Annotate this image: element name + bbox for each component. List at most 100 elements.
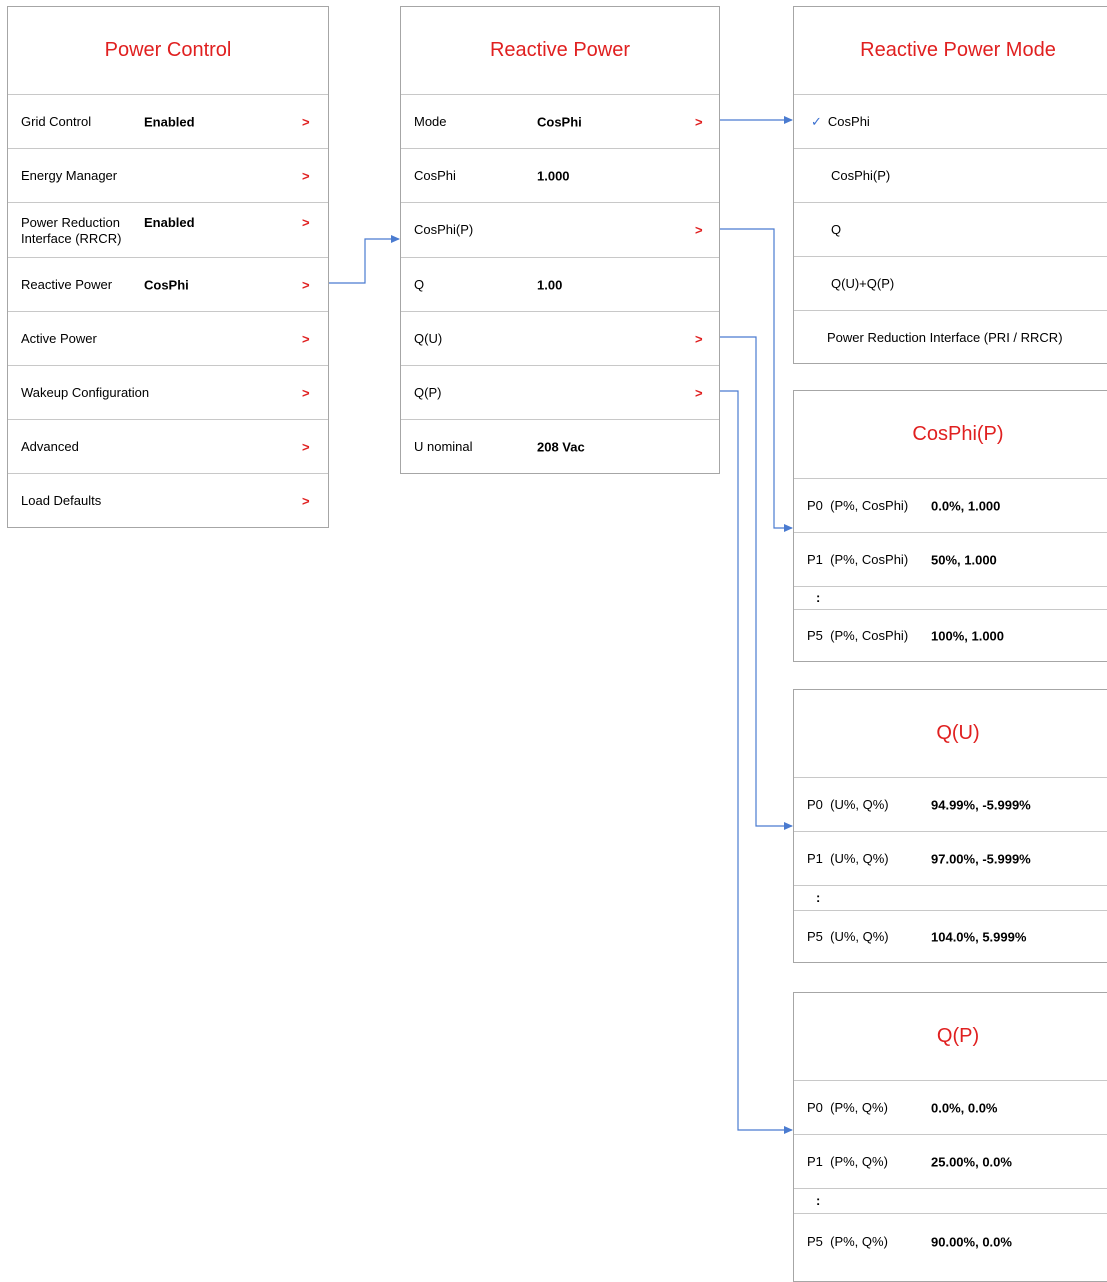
menu-item-active-power[interactable]: Active Power > — [8, 312, 328, 366]
mode-option-power-reduction-interface-pri-rrcr[interactable]: Power Reduction Interface (PRI / RRCR) — [794, 311, 1107, 365]
q-p-title: Q(P) — [794, 993, 1107, 1081]
arrow-cosphi-p-to-panel — [720, 228, 793, 532]
chevron-right-icon[interactable]: > — [695, 223, 703, 238]
reactive-power-mode-panel: Reactive Power Mode ✓ CosPhi CosPhi(P) Q Q(U… — [793, 6, 1107, 364]
cosphi-p-panel: CosPhi(P) P0 (P%, CosPhi) 0.0%, 1.000 P1 (… — [793, 390, 1107, 662]
menu-item-value: 1.000 — [537, 168, 570, 183]
q-p-panel: Q(P) P0 (P%, Q%) 0.0%, 0.0% P1 (P%, Q%) 25.… — [793, 992, 1107, 1282]
arrow-reactive-power-to-panel — [329, 235, 400, 284]
curve-point-row[interactable]: P0 (P%, CosPhi) 0.0%, 1.000 — [794, 479, 1107, 533]
curve-point-value: 104.0%, 5.999% — [931, 929, 1027, 945]
menu-item-value: CosPhi — [144, 277, 189, 292]
chevron-right-icon[interactable]: > — [695, 385, 703, 400]
curve-point-label: P5 (P%, Q%) — [807, 1234, 888, 1249]
menu-item-reactive-power[interactable]: Reactive Power CosPhi > — [8, 258, 328, 312]
mode-option-label-wrap: Q(U)+Q(P) — [831, 276, 894, 292]
chevron-right-icon[interactable]: > — [302, 385, 310, 400]
menu-item-label: Energy Manager — [21, 167, 118, 183]
q-p-points: P0 (P%, Q%) 0.0%, 0.0% P1 (P%, Q%) 25.00%, … — [794, 1081, 1107, 1270]
menu-item-mode[interactable]: Mode CosPhi > — [401, 95, 719, 149]
reactive-power-title: Reactive Power — [401, 7, 719, 95]
curve-point-row[interactable]: P1 (P%, Q%) 25.00%, 0.0% — [794, 1135, 1107, 1189]
curve-point-row[interactable]: P1 (U%, Q%) 97.00%, -5.999% — [794, 832, 1107, 886]
reactive-power-mode-options: ✓ CosPhi CosPhi(P) Q Q(U)+Q(P) Power Reductio… — [794, 95, 1107, 365]
chevron-right-icon[interactable]: > — [302, 494, 310, 509]
chevron-right-icon[interactable]: > — [302, 331, 310, 346]
menu-item-energy-manager[interactable]: Energy Manager > — [8, 149, 328, 203]
menu-item-label: Q(U) — [414, 330, 443, 346]
curve-point-row[interactable]: P5 (U%, Q%) 104.0%, 5.999% — [794, 911, 1107, 963]
points-ellipsis-label: : — [816, 890, 821, 905]
points-ellipsis-label: : — [816, 590, 821, 605]
curve-point-row[interactable]: P5 (P%, Q%) 90.00%, 0.0% — [794, 1214, 1107, 1270]
curve-point-value: 0.0%, 0.0% — [931, 1100, 998, 1115]
q-u-panel: Q(U) P0 (U%, Q%) 94.99%, -5.999% P1 (U%, Q… — [793, 689, 1107, 963]
menu-item-advanced[interactable]: Advanced > — [8, 420, 328, 474]
mode-option-cosphi[interactable]: ✓ CosPhi — [794, 95, 1107, 149]
curve-point-label: P0 (P%, CosPhi) — [807, 497, 909, 513]
curve-point-label: P5 (U%, Q%) — [807, 929, 889, 944]
points-ellipsis: : — [794, 886, 1107, 911]
mode-option-cosphi-p[interactable]: CosPhi(P) — [794, 149, 1107, 203]
menu-item-q-u[interactable]: Q(U) > — [401, 312, 719, 366]
menu-item-label: Grid Control — [21, 113, 92, 129]
chevron-right-icon[interactable]: > — [302, 277, 310, 292]
curve-point-row[interactable]: P1 (P%, CosPhi) 50%, 1.000 — [794, 533, 1107, 587]
menu-item-value: 208 Vac — [537, 439, 585, 455]
menu-item-grid-control[interactable]: Grid Control Enabled > — [8, 95, 328, 149]
chevron-right-icon[interactable]: > — [695, 331, 703, 346]
points-ellipsis-label: : — [816, 1193, 821, 1208]
arrow-q-p-to-panel — [720, 390, 793, 1134]
chevron-right-icon[interactable]: > — [302, 215, 310, 230]
chevron-right-icon[interactable]: > — [302, 114, 310, 129]
curve-point-label: P1 (P%, CosPhi) — [807, 551, 909, 567]
curve-point-row[interactable]: P0 (P%, Q%) 0.0%, 0.0% — [794, 1081, 1107, 1135]
menu-item-value: 1.00 — [537, 277, 563, 292]
menu-item-value: Enabled — [144, 114, 195, 129]
menu-item-load-defaults[interactable]: Load Defaults > — [8, 474, 328, 528]
reactive-power-menu: Mode CosPhi > CosPhi 1.000 CosPhi(P) > Q 1.00 Q(U… — [401, 95, 719, 474]
menu-item-cosphi-p[interactable]: CosPhi(P) > — [401, 203, 719, 258]
menu-item-wakeup-configuration[interactable]: Wakeup Configuration > — [8, 366, 328, 420]
curve-point-value: 97.00%, -5.999% — [931, 851, 1031, 866]
mode-option-label: CosPhi — [827, 113, 870, 129]
mode-option-q[interactable]: Q — [794, 203, 1107, 257]
curve-point-value: 94.99%, -5.999% — [931, 797, 1031, 812]
mode-option-label-wrap: ✓ CosPhi — [811, 114, 870, 130]
mode-option-label-wrap: Power Reduction Interface (PRI / RRCR) — [827, 330, 1063, 346]
menu-item-label: CosPhi(P) — [414, 222, 474, 237]
menu-item-q-p[interactable]: Q(P) > — [401, 366, 719, 420]
curve-point-row[interactable]: P0 (U%, Q%) 94.99%, -5.999% — [794, 778, 1107, 832]
curve-point-label: P5 (P%, CosPhi) — [807, 628, 909, 643]
curve-point-label: P1 (U%, Q%) — [807, 850, 889, 866]
q-u-title: Q(U) — [794, 690, 1107, 778]
menu-item-label: Mode — [414, 113, 447, 129]
chevron-right-icon[interactable]: > — [302, 439, 310, 454]
menu-item-power-reduction-interface-rrcr[interactable]: Power Reduction Interface (RRCR) Enabled > — [8, 203, 328, 258]
menu-item-label: Power Reduction Interface (RRCR) — [21, 215, 122, 246]
menu-item-q: Q 1.00 — [401, 258, 719, 312]
menu-item-label: Q — [414, 276, 425, 292]
menu-item-label: Active Power — [21, 330, 97, 346]
q-u-points: P0 (U%, Q%) 94.99%, -5.999% P1 (U%, Q%) 97.… — [794, 778, 1107, 963]
menu-item-u-nominal: U nominal 208 Vac — [401, 420, 719, 474]
points-ellipsis: : — [794, 1189, 1107, 1214]
menu-item-value: Enabled — [144, 215, 195, 230]
mode-option-label-wrap: Q — [831, 222, 841, 238]
reactive-power-panel: Reactive Power Mode CosPhi > CosPhi 1.000 Cos… — [400, 6, 720, 474]
curve-point-value: 100%, 1.000 — [931, 628, 1005, 644]
menu-item-label: Wakeup Configuration — [21, 384, 150, 400]
curve-point-row[interactable]: P5 (P%, CosPhi) 100%, 1.000 — [794, 610, 1107, 662]
mode-option-label: CosPhi(P) — [831, 167, 891, 183]
curve-point-label: P0 (U%, Q%) — [807, 796, 889, 812]
chevron-right-icon[interactable]: > — [302, 168, 310, 183]
chevron-right-icon[interactable]: > — [695, 114, 703, 129]
curve-point-label: P1 (P%, Q%) — [807, 1153, 888, 1169]
mode-option-label-wrap: CosPhi(P) — [831, 168, 890, 184]
menu-item-label: Q(P) — [414, 384, 442, 400]
menu-item-cosphi: CosPhi 1.000 — [401, 149, 719, 203]
mode-option-q-u-q-p[interactable]: Q(U)+Q(P) — [794, 257, 1107, 311]
cosphi-p-title: CosPhi(P) — [794, 391, 1107, 479]
mode-option-label: Q — [831, 221, 842, 237]
mode-option-label: Power Reduction Interface (PRI / RRCR) — [827, 330, 1063, 345]
